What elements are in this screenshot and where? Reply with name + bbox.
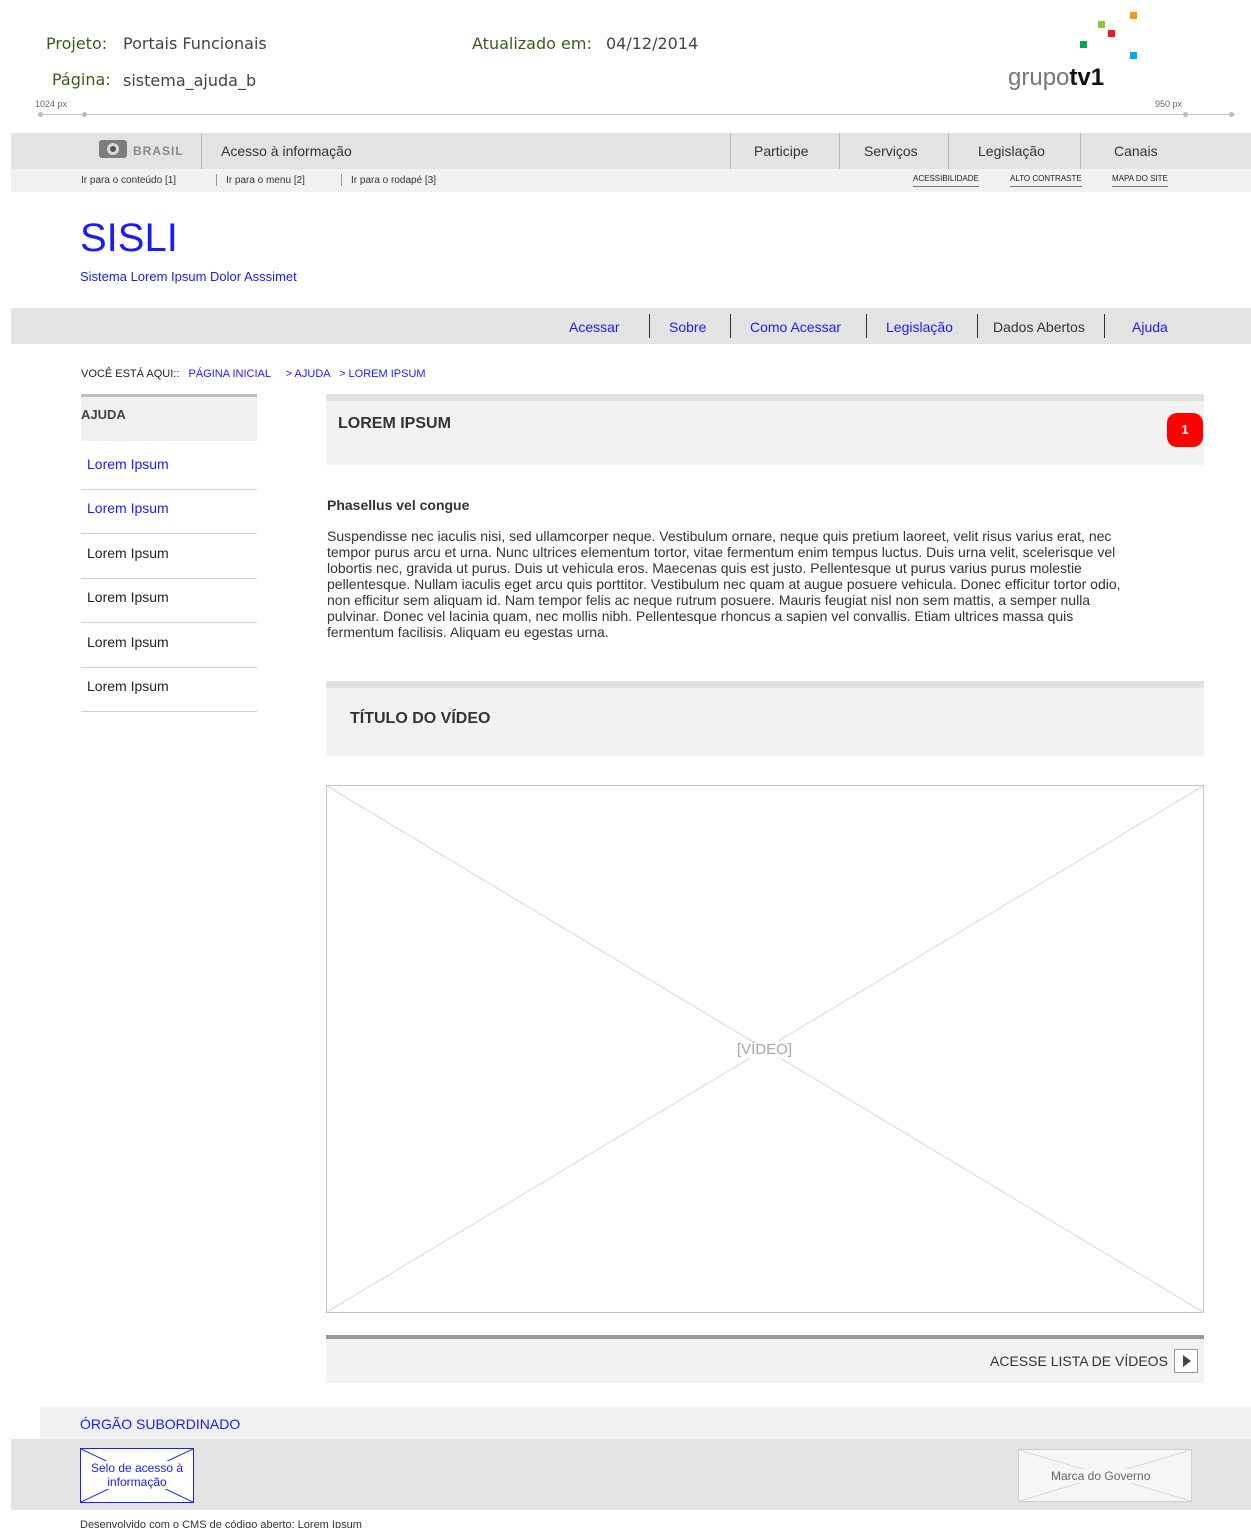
selo-line1: Selo de acesso à [90,1461,184,1475]
ruler-marker-left [38,112,43,117]
logo-square-lightgreen [1098,21,1105,28]
logo-wordmark: grupotv1 [1008,64,1104,92]
project-value: Portais Funcionais [123,34,267,53]
project-label: Projeto: [46,34,108,53]
selo-line2: informação [107,1475,167,1489]
brasil-flag-icon[interactable] [99,140,127,158]
ruler-right-label: 950 px [1155,99,1183,109]
selo-acesso-informacao[interactable]: Selo de acesso à informação [80,1448,194,1503]
gov-link-legislacao[interactable]: Legislação [978,143,1045,159]
content-header-bar [326,394,1204,401]
logo-square-orange [1130,12,1137,19]
logo-text-bold: tv1 [1069,64,1105,91]
page-label: Página: [52,70,111,89]
access-info-link[interactable]: Acesso à informação [221,143,352,159]
nav-sobre[interactable]: Sobre [669,319,706,335]
developed-by-text: Desenvolvido com o CMS de código aberto:… [80,1519,362,1528]
logo-square-red [1108,30,1115,37]
skip-to-content-link[interactable]: Ir para o conteúdo [1] [81,175,176,186]
site-title[interactable]: SISLI [80,216,178,261]
updated-label: Atualizado em: [472,34,592,53]
nav-acessar[interactable]: Acessar [569,319,620,335]
logo-square-blue [1130,52,1137,59]
sidebar-item[interactable]: Lorem Ipsum [81,535,257,579]
sidebar-item[interactable]: Lorem Ipsum [81,490,257,534]
gov-separator [948,133,949,169]
annotation-badge: 1 [1167,413,1203,447]
nav-como-acessar[interactable]: Como Acessar [750,319,841,335]
marca-label: Marca do Governo [1051,1469,1151,1483]
skip-to-footer-link[interactable]: Ir para o rodapé [3] [351,175,436,186]
breadcrumb: VOCÊ ESTÁ AQUI:: PÁGINA INICIAL > AJUDA … [81,368,426,380]
gov-separator [839,133,840,169]
video-placeholder[interactable]: [VÍDEO] [326,785,1204,1313]
sidebar-item[interactable]: Lorem Ipsum [81,446,257,490]
video-list-link[interactable]: ACESSE LISTA DE VÍDEOS [990,1353,1168,1369]
logo-square-green [1080,41,1087,48]
brasil-label[interactable]: BRASIL [133,144,184,158]
updated-value: 04/12/2014 [606,34,699,53]
gov-separator [1080,133,1081,169]
accessibility-link[interactable]: ACESSIBILIDADE [913,174,979,187]
content-title: LOREM IPSUM [338,415,451,432]
content-paragraph: Suspendisse nec iaculis nisi, sed ullamc… [327,528,1121,640]
logo-text-light: grupo [1008,64,1070,91]
nav-ajuda[interactable]: Ajuda [1132,319,1168,335]
footer-org-link[interactable]: ÓRGÃO SUBORDINADO [80,1416,240,1432]
marca-do-governo[interactable]: Marca do Governo [1018,1449,1192,1502]
ruler-marker-left-inner [82,112,87,117]
content-header [326,401,1204,465]
skip-to-menu-link[interactable]: Ir para o menu [2] [226,175,305,186]
high-contrast-link[interactable]: ALTO CONTRASTE [1010,174,1082,187]
video-header-bar [326,681,1204,688]
video-title: TÍTULO DO VÍDEO [350,710,491,727]
gov-bar [11,133,1251,169]
breadcrumb-label: VOCÊ ESTÁ AQUI:: [81,368,180,380]
grupotv1-logo: grupotv1 [1008,8,1143,96]
page-value: sistema_ajuda_b [123,71,257,90]
content-subtitle: Phasellus vel congue [327,497,470,513]
gov-separator [730,133,731,169]
gov-link-participe[interactable]: Participe [754,143,808,159]
sidebar-heading: AJUDA [81,397,257,441]
sidebar-item[interactable]: Lorem Ipsum [81,579,257,623]
gov-link-servicos[interactable]: Serviços [864,143,918,159]
breadcrumb-ajuda[interactable]: > AJUDA [286,368,330,380]
nav-legislacao[interactable]: Legislação [886,319,953,335]
site-subtitle: Sistema Lorem Ipsum Dolor Asssimet [80,269,297,284]
breadcrumb-home[interactable]: PÁGINA INICIAL [188,368,270,380]
gov-link-canais[interactable]: Canais [1114,143,1158,159]
gov-separator [201,133,202,169]
site-map-link[interactable]: MAPA DO SITE [1112,174,1168,187]
breadcrumb-current: > LOREM IPSUM [339,368,426,380]
play-arrow-icon[interactable] [1174,1349,1198,1373]
ruler-line [40,114,1235,115]
ruler-left-label: 1024 px [35,99,68,109]
ruler-marker-right [1229,112,1234,117]
sidebar-item[interactable]: Lorem Ipsum [81,668,257,712]
nav-dados-abertos[interactable]: Dados Abertos [993,319,1085,335]
ruler-marker-right-inner [1183,112,1188,117]
video-label: [VÍDEO] [737,1041,793,1058]
sidebar-item[interactable]: Lorem Ipsum [81,624,257,668]
